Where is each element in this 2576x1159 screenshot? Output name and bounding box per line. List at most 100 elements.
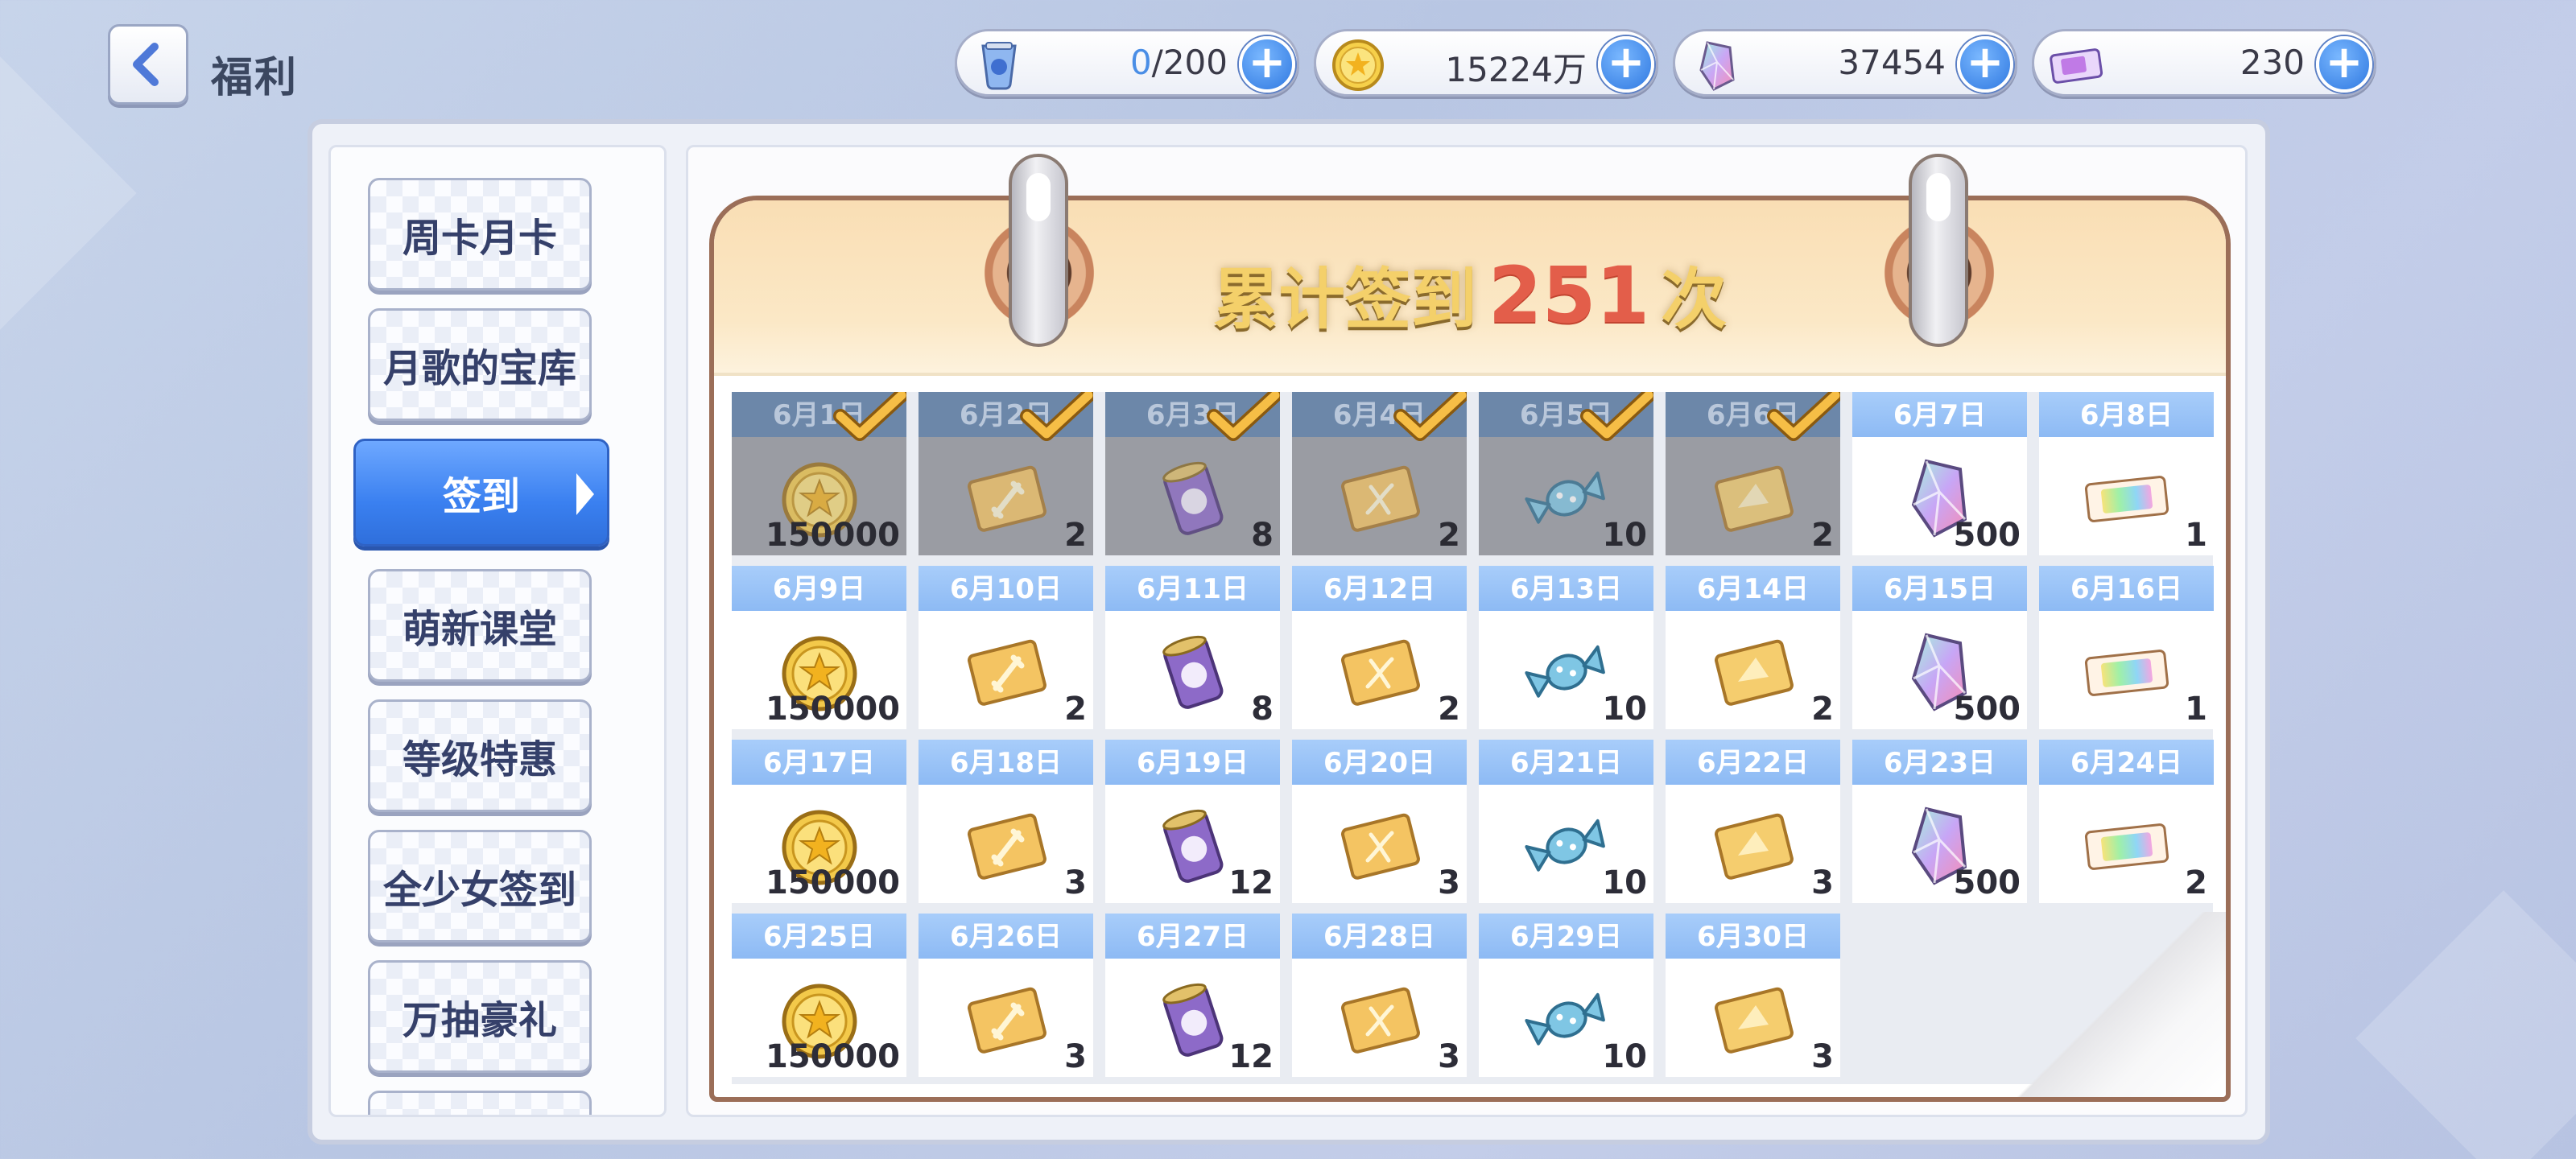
add-stamina-button[interactable]: + xyxy=(1239,36,1295,93)
reward-quantity: 2 xyxy=(1438,517,1460,554)
day-cell[interactable]: 6月30日 3 xyxy=(1666,914,1840,1077)
gacha-ticket-icon xyxy=(2050,48,2103,84)
day-cell[interactable]: 6月23日 500 xyxy=(1852,740,2027,903)
sidebar-item-weekly-monthly-card[interactable]: 周卡月卡 xyxy=(368,178,592,291)
checkmark-icon xyxy=(1206,392,1280,443)
day-cell[interactable]: 6月24日 2 xyxy=(2039,740,2214,903)
jewel-value: 37454 xyxy=(1838,43,1946,82)
add-jewel-button[interactable]: + xyxy=(1957,36,2013,93)
day-cell[interactable]: 6月26日 3 xyxy=(919,914,1093,1077)
sidebar-item-sign-in[interactable]: 签到 xyxy=(353,439,609,547)
checkmark-icon xyxy=(832,392,906,443)
day-cell[interactable]: 6月3日 8 xyxy=(1105,392,1280,555)
reward-quantity: 2 xyxy=(1438,691,1460,728)
day-cell[interactable]: 6月7日 500 xyxy=(1852,392,2027,555)
day-cell[interactable]: 6月12日 2 xyxy=(1292,566,1467,729)
sidebar-item-level-deals[interactable]: 等级特惠 xyxy=(368,699,592,812)
calendar-header: 累计签到 251 次 xyxy=(714,200,2226,376)
day-cell[interactable]: 6月8日 1 xyxy=(2039,392,2214,555)
day-date: 6月21日 xyxy=(1479,740,1653,785)
day-date: 6月15日 xyxy=(1852,566,2027,611)
day-cell[interactable]: 6月9日 150000 xyxy=(732,566,906,729)
day-cell[interactable]: 6月17日 150000 xyxy=(732,740,906,903)
stamina-counter: 0/200 + xyxy=(955,29,1299,97)
day-date: 6月9日 xyxy=(732,566,906,611)
rainbow-ticket-icon xyxy=(2083,630,2171,714)
checkmark-icon xyxy=(1393,392,1467,443)
sidebar-item-label: 万抽豪礼 xyxy=(402,998,557,1043)
day-cell[interactable]: 6月14日 2 xyxy=(1666,566,1840,729)
day-cell[interactable]: 6月1日 150000 xyxy=(732,392,906,555)
add-ticket-button[interactable]: + xyxy=(2316,36,2372,93)
day-cell[interactable]: 6月18日 3 xyxy=(919,740,1093,903)
add-coin-button[interactable]: + xyxy=(1598,36,1654,93)
day-cell[interactable]: 6月20日 3 xyxy=(1292,740,1467,903)
sword-ticket-icon xyxy=(962,978,1051,1062)
day-date: 6月23日 xyxy=(1852,740,2027,785)
cumulative-sign-in-title: 累计签到 251 次 xyxy=(714,245,2226,341)
day-cell[interactable]: 6月15日 500 xyxy=(1852,566,2027,729)
sidebar-item-newbie-class[interactable]: 萌新课堂 xyxy=(368,569,592,682)
sidebar-item-ten-thousand-draws[interactable]: 万抽豪礼 xyxy=(368,960,592,1073)
reward-quantity: 2 xyxy=(1811,691,1834,728)
day-cell[interactable]: 6月19日 12 xyxy=(1105,740,1280,903)
day-cell[interactable]: 6月16日 1 xyxy=(2039,566,2214,729)
day-cell[interactable]: 6月11日 8 xyxy=(1105,566,1280,729)
day-cell[interactable]: 6月25日 150000 xyxy=(732,914,906,1077)
reward-quantity: 500 xyxy=(1953,864,2021,901)
day-date: 6月16日 xyxy=(2039,566,2214,611)
day-cell[interactable]: 6月2日 2 xyxy=(919,392,1093,555)
day-cell[interactable]: 6月22日 3 xyxy=(1666,740,1840,903)
stamina-current: 0 xyxy=(1129,43,1152,82)
reward-quantity: 10 xyxy=(1602,517,1647,554)
title-suffix: 次 xyxy=(1661,262,1728,338)
sidebar-item-more[interactable] xyxy=(368,1091,592,1115)
gold-coin-icon xyxy=(1332,39,1384,91)
reward-quantity: 150000 xyxy=(766,517,900,554)
day-date: 6月28日 xyxy=(1292,914,1467,959)
gold-ticket-icon xyxy=(1709,630,1798,714)
day-date: 6月29日 xyxy=(1479,914,1653,959)
sidebar-item-all-girls-sign-in[interactable]: 全少女签到 xyxy=(368,830,592,942)
reward-quantity: 150000 xyxy=(766,864,900,901)
day-cell[interactable]: 6月29日 10 xyxy=(1479,914,1653,1077)
background-decoration xyxy=(2355,890,2576,1159)
page-title: 福利 xyxy=(211,54,299,102)
reward-quantity: 3 xyxy=(1811,864,1834,901)
day-date: 6月25日 xyxy=(732,914,906,959)
coin-counter: 15224万 + xyxy=(1314,29,1658,97)
reward-quantity: 3 xyxy=(1064,1038,1087,1075)
day-date: 6月11日 xyxy=(1105,566,1280,611)
rainbow-ticket-icon xyxy=(2083,456,2171,540)
day-cell[interactable]: 6月4日 2 xyxy=(1292,392,1467,555)
sign-in-content: 累计签到 251 次 6月1日 150000 6月2日 2 6月3日 8 6月4日 2 6月5日 10… xyxy=(686,145,2248,1117)
day-cell[interactable]: 6月28日 3 xyxy=(1292,914,1467,1077)
coin-value: 15224万 xyxy=(1445,50,1587,89)
gold-ticket-icon xyxy=(1709,978,1798,1062)
purple-can-icon xyxy=(1149,978,1237,1062)
day-cell[interactable]: 6月5日 10 xyxy=(1479,392,1653,555)
sidebar-item-label: 周卡月卡 xyxy=(402,216,557,261)
day-date: 6月24日 xyxy=(2039,740,2214,785)
day-cell[interactable]: 6月21日 10 xyxy=(1479,740,1653,903)
ticket-counter: 230 + xyxy=(2032,29,2376,97)
day-cell[interactable]: 6月27日 12 xyxy=(1105,914,1280,1077)
reward-quantity: 2 xyxy=(2185,864,2207,901)
sword-ticket-icon xyxy=(962,456,1051,540)
sign-in-calendar: 累计签到 251 次 6月1日 150000 6月2日 2 6月3日 8 6月4日 2 6月5日 10… xyxy=(709,196,2231,1102)
sidebar-item-label: 月歌的宝库 xyxy=(382,346,576,391)
reward-quantity: 3 xyxy=(1064,864,1087,901)
day-date: 6月18日 xyxy=(919,740,1093,785)
gold-ticket-icon xyxy=(1709,804,1798,888)
day-cell[interactable]: 6月10日 2 xyxy=(919,566,1093,729)
reward-quantity: 2 xyxy=(1064,517,1087,554)
day-cell[interactable]: 6月6日 2 xyxy=(1666,392,1840,555)
binder-ring xyxy=(1909,154,1968,347)
day-cell[interactable]: 6月13日 10 xyxy=(1479,566,1653,729)
ticket-value: 230 xyxy=(2240,43,2305,82)
candy-icon xyxy=(1522,804,1611,888)
jewel-icon xyxy=(1699,41,1735,91)
back-button[interactable] xyxy=(108,24,188,105)
purple-can-icon xyxy=(1149,630,1237,714)
sidebar-item-treasury[interactable]: 月歌的宝库 xyxy=(368,308,592,421)
